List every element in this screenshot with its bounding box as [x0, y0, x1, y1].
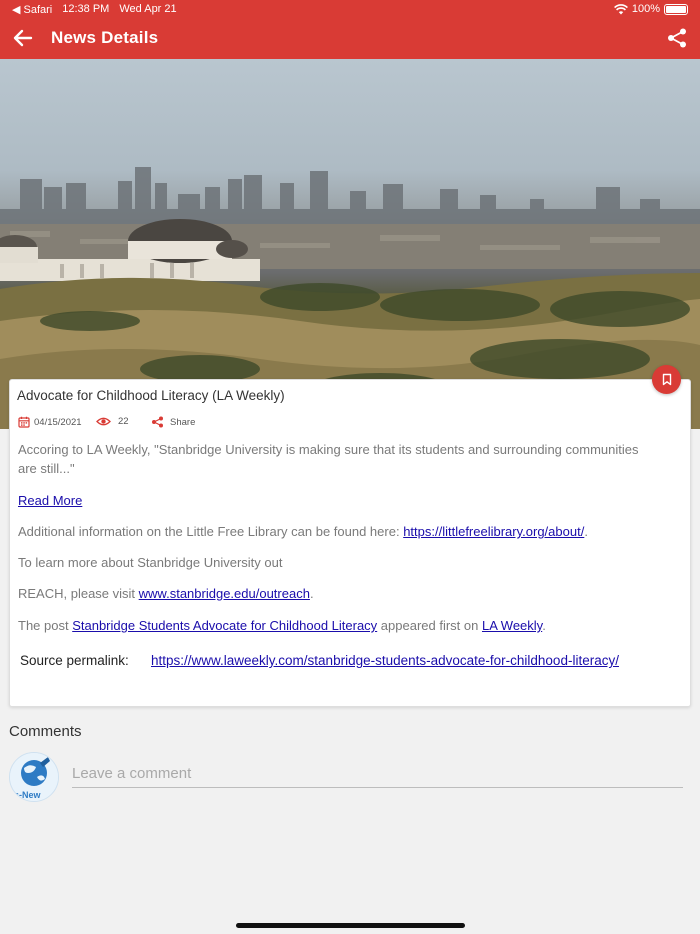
reach-paragraph: REACH, please visit www.stanbridge.edu/o…	[18, 584, 658, 603]
battery-percent: 100%	[631, 3, 660, 15]
reach-suffix: .	[309, 586, 314, 601]
bookmark-button[interactable]	[652, 365, 681, 394]
date-text: 04/15/2021	[34, 416, 82, 428]
source-permalink-link[interactable]: https://www.laweekly.com/stanbridge-stud…	[151, 653, 619, 668]
article-views: 22	[96, 416, 129, 427]
read-more-link[interactable]: Read More	[18, 493, 82, 508]
article-excerpt: Accoring to LA Weekly, "Stanbridge Unive…	[18, 442, 639, 476]
avatar-caption: s-New	[14, 790, 41, 800]
share-label: Share	[170, 416, 196, 428]
eye-icon	[96, 417, 111, 426]
additional-info-paragraph: Additional information on the Little Fre…	[18, 522, 658, 541]
bookmark-icon	[662, 373, 671, 386]
read-more-row: Read More	[18, 491, 658, 510]
reach-text: REACH, please visit	[18, 586, 139, 601]
app-bar: News Details	[0, 18, 700, 59]
source-permalink-container: https://www.laweekly.com/stanbridge-stud…	[151, 650, 671, 671]
share-icon[interactable]	[666, 27, 688, 49]
article-title: Advocate for Childhood Literacy (LA Week…	[17, 388, 285, 403]
back-to-app-label[interactable]: ◀ Safari	[12, 3, 52, 16]
battery-icon	[664, 3, 688, 15]
status-time: 12:38 PM	[62, 3, 110, 15]
source-permalink-label: Source permalink:	[20, 653, 129, 668]
home-indicator[interactable]	[236, 923, 465, 928]
article-share-button[interactable]: Share	[151, 416, 195, 428]
post-prefix: The post	[18, 618, 73, 633]
page-title: News Details	[51, 28, 159, 47]
learn-more-text: To learn more about Stanbridge Universit…	[18, 555, 283, 570]
calendar-icon	[18, 416, 30, 428]
views-count: 22	[118, 416, 129, 427]
avatar: s-New	[9, 752, 59, 802]
comment-input[interactable]	[72, 760, 683, 788]
little-free-library-link[interactable]: https://littlefreelibrary.org/about/	[403, 524, 584, 539]
arrow-left-icon[interactable]	[12, 27, 34, 49]
wifi-icon	[613, 3, 628, 14]
article-hero-image	[0, 59, 700, 429]
additional-info-text: Additional information on the Little Fre…	[18, 524, 404, 539]
status-bar: ◀ Safari 12:38 PM Wed Apr 21 100%	[0, 0, 700, 18]
status-date: Wed Apr 21	[119, 3, 177, 15]
article-date: 04/15/2021	[18, 416, 82, 428]
post-title-link[interactable]: Stanbridge Students Advocate for Childho…	[72, 618, 377, 633]
comments-heading: Comments	[9, 723, 82, 740]
post-suffix: .	[542, 618, 546, 633]
la-weekly-link[interactable]: LA Weekly	[482, 618, 542, 633]
stanbridge-outreach-link[interactable]: www.stanbridge.edu/outreach	[139, 586, 310, 601]
post-attribution-paragraph: The post Stanbridge Students Advocate fo…	[18, 616, 658, 635]
share-icon	[152, 416, 163, 428]
post-middle: appeared first on	[377, 618, 482, 633]
additional-info-suffix: .	[584, 524, 588, 539]
